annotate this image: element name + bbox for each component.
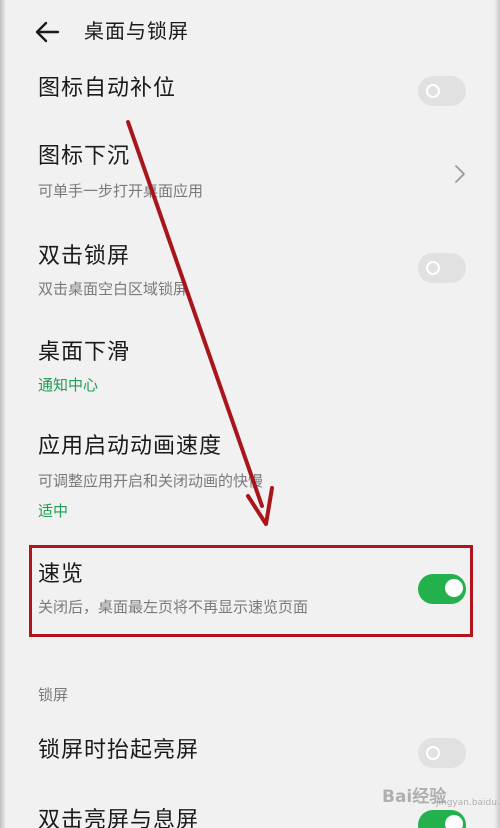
setting-subtitle: 可单手一步打开桌面应用 xyxy=(38,182,204,200)
setting-subtitle: 关闭后，桌面最左页将不再显示速览页面 xyxy=(38,598,309,616)
watermark-site: jingyan.baidu.com xyxy=(436,798,500,808)
header-bar: 桌面与锁屏 xyxy=(0,0,500,64)
toggle-knob xyxy=(445,579,463,597)
toggle-knob xyxy=(445,815,463,828)
double-tap-wake-toggle[interactable] xyxy=(418,810,466,828)
setting-subtitle: 双击桌面空白区域锁屏 xyxy=(38,280,189,298)
right-edge-shadow xyxy=(494,0,500,828)
setting-quick-view[interactable]: 速览 关闭后，桌面最左页将不再显示速览页面 xyxy=(0,556,500,628)
double-tap-lock-toggle[interactable] xyxy=(418,253,466,283)
setting-double-tap-lock[interactable]: 双击锁屏 双击桌面空白区域锁屏 xyxy=(0,238,500,310)
quick-view-toggle[interactable] xyxy=(418,574,466,604)
setting-title: 双击锁屏 xyxy=(38,244,131,269)
setting-title: 速览 xyxy=(38,562,85,587)
setting-title: 锁屏时抬起亮屏 xyxy=(38,738,200,763)
setting-title: 桌面下滑 xyxy=(38,340,131,365)
setting-title: 双击亮屏与息屏 xyxy=(38,808,200,828)
toggle-knob xyxy=(426,746,440,760)
setting-desktop-swipe-down[interactable]: 桌面下滑 通知中心 xyxy=(0,334,500,406)
back-arrow-icon xyxy=(35,21,60,43)
setting-icon-auto-fill[interactable]: 图标自动补位 xyxy=(0,64,500,120)
setting-value: 适中 xyxy=(38,502,69,520)
annotation-arrow-icon xyxy=(126,120,274,526)
page-title: 桌面与锁屏 xyxy=(84,19,189,43)
left-edge-shadow xyxy=(0,0,6,828)
icon-auto-fill-toggle[interactable] xyxy=(418,76,466,106)
back-button[interactable] xyxy=(30,14,66,50)
setting-title: 应用启动动画速度 xyxy=(38,434,223,459)
raise-to-wake-toggle[interactable] xyxy=(418,738,466,768)
toggle-knob xyxy=(426,84,440,98)
toggle-knob xyxy=(426,261,440,275)
chevron-right-icon[interactable] xyxy=(452,162,468,186)
section-label-lock-screen: 锁屏 xyxy=(38,686,69,704)
setting-title: 图标下沉 xyxy=(38,144,131,169)
setting-app-animation-speed[interactable]: 应用启动动画速度 可调整应用开启和关闭动画的快慢 适中 xyxy=(0,430,500,526)
baidu-jingyan-watermark: Bai经验 jingyan.baidu.com xyxy=(382,772,500,812)
setting-subtitle: 可调整应用开启和关闭动画的快慢 xyxy=(38,472,264,490)
setting-value: 通知中心 xyxy=(38,376,99,394)
setting-title: 图标自动补位 xyxy=(38,76,177,101)
setting-icon-sink[interactable]: 图标下沉 可单手一步打开桌面应用 xyxy=(0,138,500,210)
